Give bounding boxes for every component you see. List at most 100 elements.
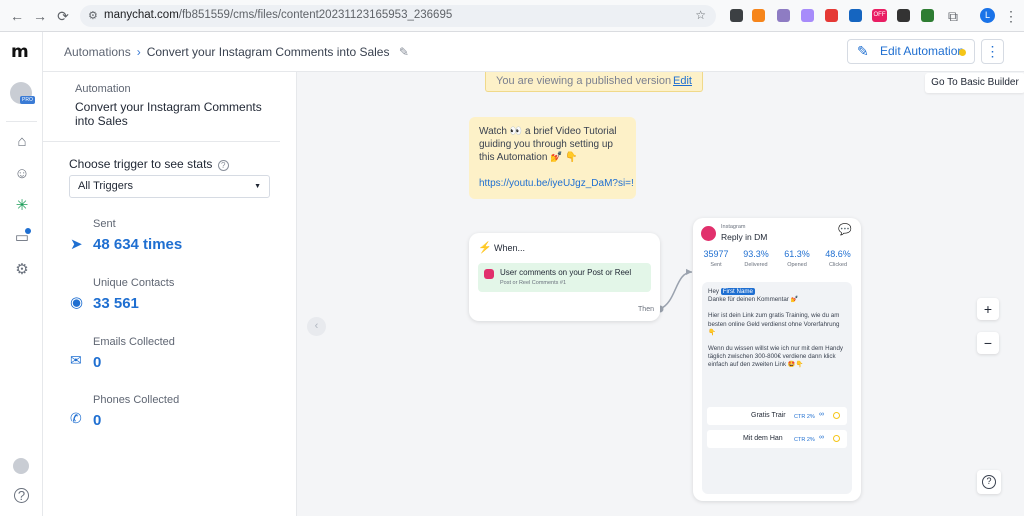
extension-icon[interactable] (777, 9, 790, 22)
dm-stats: 35977 Sent 93.3% Delivered 61.3% Opened … (693, 249, 861, 273)
stat-clicked-value: 48.6% (825, 249, 851, 259)
link-icon: ∞ (819, 411, 824, 418)
extension-icon[interactable] (897, 9, 910, 22)
caret-down-icon: ▼ (254, 183, 261, 190)
connector-lines (656, 271, 693, 313)
automation-title: Convert your Instagram Comments into Sal… (75, 100, 262, 128)
dm-button-2-label: Mit dem Han (743, 435, 783, 442)
account-avatar[interactable]: PRO (10, 82, 35, 104)
paper-plane-icon: ➤ (70, 236, 83, 253)
phone-icon: ✆ (70, 410, 82, 426)
extension-icon[interactable] (801, 9, 814, 22)
automation-icon[interactable]: ✳ (12, 196, 32, 216)
stat-value-phones: 0 (93, 412, 102, 429)
edit-automation-button[interactable]: ✎ Edit Automation (847, 39, 975, 64)
stat-sent-value: 35977 (703, 249, 729, 259)
help-button[interactable]: ? (977, 470, 1001, 494)
comment-icon: 💬 (838, 224, 852, 236)
settings-icon[interactable]: ⚙ (12, 260, 32, 280)
live-chat-icon[interactable]: ▭ (12, 228, 32, 248)
dm-button-1[interactable]: Gratis Trair CTR 2% ∞ (707, 407, 847, 425)
breadcrumb-current: Convert your Instagram Comments into Sal… (146, 45, 390, 59)
first-name-tag: First Name (720, 288, 756, 295)
help-icon[interactable]: ? (14, 488, 29, 503)
question-icon: ? (982, 475, 996, 489)
reload-icon[interactable]: ⟳ (54, 7, 72, 25)
arrow-right-icon: ▶ (686, 267, 693, 276)
chevron-right-icon: › (136, 45, 141, 59)
extension-icon[interactable] (825, 9, 838, 22)
user-avatar-icon[interactable] (13, 458, 29, 474)
extension-icon[interactable] (730, 9, 743, 22)
dm-button-2[interactable]: Mit dem Han CTR 2% ∞ (707, 430, 847, 448)
instagram-icon (484, 269, 494, 279)
stat-delivered-value: 93.3% (743, 249, 769, 259)
extension-icon[interactable] (849, 9, 862, 22)
dm-button-1-ctr: CTR 2% (794, 414, 815, 420)
off-badge-icon[interactable]: OFF (872, 9, 887, 22)
trigger-item[interactable]: User comments on your Post or Reel Post … (478, 263, 651, 292)
stats-panel: Automation Convert your Instagram Commen… (43, 72, 297, 516)
trigger-select[interactable]: All Triggers ▼ (69, 175, 270, 198)
back-icon[interactable]: ← (8, 7, 26, 25)
info-icon[interactable]: ? (217, 160, 229, 171)
trigger-card-title: When... (494, 243, 526, 253)
pro-badge: PRO (20, 96, 35, 104)
breadcrumb: Automations › Convert your Instagram Comme… (64, 45, 409, 59)
pencil-icon: ✎ (857, 43, 869, 59)
forward-icon[interactable]: → (31, 7, 49, 25)
metamask-icon[interactable] (752, 9, 765, 22)
flow-connector (659, 271, 693, 310)
browser-toolbar: ← → ⟳ ⚙ manychat.com/fb851559/cms/files/… (0, 0, 1024, 32)
trigger-card[interactable]: ⚡ When... User comments on your Post or … (469, 233, 660, 321)
status-circle-icon (833, 435, 840, 442)
site-info-icon[interactable]: ⚙ (88, 9, 98, 22)
zoom-in-button[interactable]: + (977, 298, 999, 320)
link-icon: ∞ (819, 434, 824, 441)
address-bar[interactable]: ⚙ manychat.com/fb851559/cms/files/conten… (80, 5, 716, 27)
stat-clicked-label: Clicked (828, 262, 848, 268)
breadcrumb-automations[interactable]: Automations (64, 45, 131, 59)
msg-hey: Hey (708, 288, 720, 295)
msg-line1: Danke für deinen Kommentar 💅 (708, 296, 799, 304)
extensions-puzzle-icon[interactable]: ⧉ (944, 7, 962, 25)
notification-dot (25, 228, 31, 234)
eye-icon: ◉ (70, 294, 84, 311)
profile-avatar[interactable]: L (980, 8, 995, 23)
contacts-icon[interactable]: ☺ (12, 164, 32, 184)
trigger-label: Choose trigger to see stats ? (69, 157, 229, 171)
flow-canvas[interactable]: You are viewing a published version Edit… (297, 72, 1024, 516)
lightning-icon: ⚡ (478, 242, 492, 254)
url-text: manychat.com/fb851559/cms/files/content2… (104, 9, 453, 21)
reply-dm-card[interactable]: Instagram Reply in DM 💬 35977 Sent 93.3%… (693, 218, 861, 501)
stat-opened-label: Opened (787, 262, 807, 268)
stat-label-emails: Emails Collected (93, 336, 175, 348)
dm-button-2-ctr: CTR 2% (794, 437, 815, 443)
message-bubble[interactable]: Hey First Name Danke für deinen Kommenta… (702, 282, 852, 494)
home-icon[interactable]: ⌂ (12, 132, 32, 152)
then-label: Then (638, 306, 654, 313)
bookmark-star-icon[interactable]: ☆ (695, 8, 706, 22)
download-icon[interactable] (921, 9, 934, 22)
stat-value-sent: 48 634 times (93, 236, 183, 253)
manychat-logo-icon[interactable]: m (11, 44, 33, 61)
zoom-out-button[interactable]: − (977, 332, 999, 354)
trigger-select-value: All Triggers (78, 180, 134, 192)
stat-label-sent: Sent (93, 218, 116, 230)
pencil-icon[interactable]: ✎ (399, 45, 409, 59)
stat-sent-label: Sent (710, 262, 722, 268)
stat-label-contacts: Unique Contacts (93, 277, 175, 289)
app: m PRO ⌂ ☺ ✳ ▭ ⚙ ? Automations › Convert yo… (0, 32, 1024, 516)
edit-automation-label: Edit Automation (880, 44, 965, 58)
browser-menu-icon[interactable]: ⋮ (1002, 7, 1020, 25)
rail-divider (6, 121, 37, 122)
stat-delivered-label: Delivered (744, 262, 768, 268)
stat-value-emails: 0 (93, 354, 102, 371)
panel-collapse-button[interactable]: ‹ (307, 317, 326, 336)
envelope-icon: ✉ (70, 352, 82, 368)
stat-label-phones: Phones Collected (93, 394, 180, 406)
topbar: Automations › Convert your Instagram Comme… (43, 32, 1024, 72)
unpublished-dot (959, 49, 966, 56)
more-options-button[interactable]: ⋮ (981, 39, 1004, 64)
msg-line2: Hier ist dein Link zum gratis Training, … (708, 312, 840, 336)
